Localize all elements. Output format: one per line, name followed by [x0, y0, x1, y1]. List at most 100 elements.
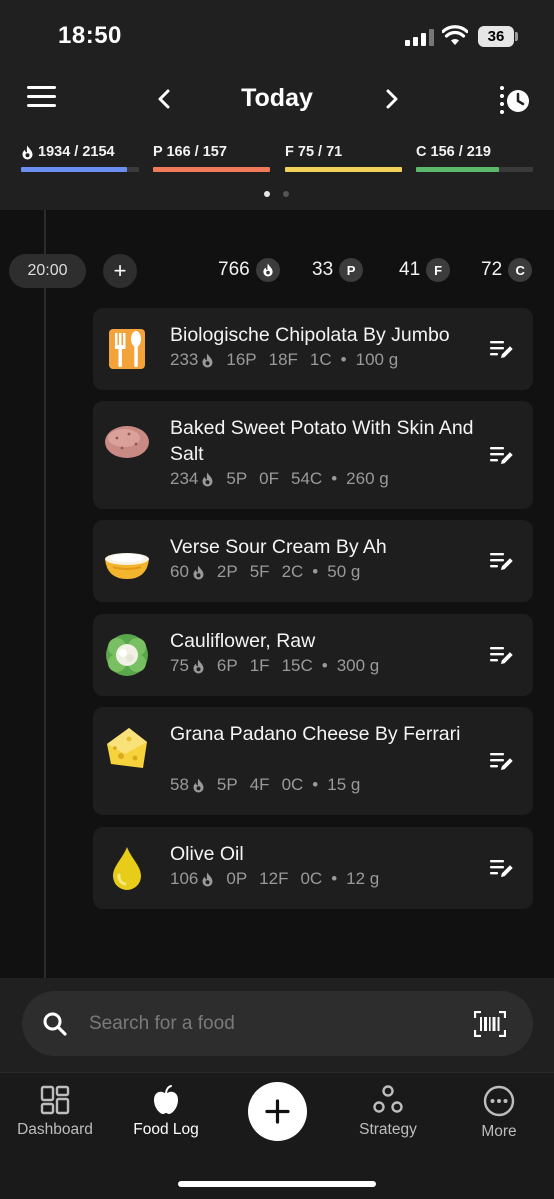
meal-time-pill[interactable]: 20:00	[9, 254, 86, 288]
status-bar: 18:50 36	[0, 0, 554, 70]
edit-entry-icon[interactable]	[490, 750, 514, 772]
separator-dot: •	[340, 350, 347, 369]
food-macros: 75 6P 1F 15C • 300 g	[170, 656, 379, 676]
barcode-scanner-icon[interactable]	[474, 1011, 506, 1037]
header: 18:50 36 Today 1934 / 2154 P 166 / 157 F…	[0, 0, 554, 210]
food-item[interactable]: Olive Oil 106 0P 12F 0C • 12 g	[93, 827, 533, 909]
fork-knife-icon	[109, 329, 145, 369]
fat-fill	[285, 167, 402, 172]
calorie-progress: 1934 / 2154	[21, 144, 139, 174]
add-entry-button[interactable]	[248, 1082, 307, 1141]
food-item[interactable]: Baked Sweet Potato With Skin And Salt 23…	[93, 401, 533, 509]
carbs-track	[416, 167, 533, 172]
food-fat: 12F	[259, 869, 289, 888]
food-calories: 58	[170, 775, 189, 794]
food-protein: 2P	[216, 562, 238, 581]
edit-entry-icon[interactable]	[490, 444, 514, 466]
protein-progress-label: P 166 / 157	[153, 144, 227, 160]
edit-entry-icon[interactable]	[490, 338, 514, 360]
tab-dashboard-label: Dashboard	[17, 1121, 93, 1138]
flame-icon	[255, 258, 280, 282]
tab-strategy-label: Strategy	[359, 1121, 417, 1138]
food-carbs: 2C	[281, 562, 304, 581]
dashboard-icon	[40, 1085, 70, 1115]
flame-icon	[193, 778, 204, 792]
protein-badge: P	[339, 258, 364, 282]
history-clock-icon[interactable]	[496, 84, 532, 116]
calorie-fill	[21, 167, 127, 172]
tab-dashboard[interactable]: Dashboard	[0, 1085, 110, 1139]
add-food-to-meal-button[interactable]: +	[103, 254, 137, 288]
fat-progress-label: F 75 / 71	[285, 144, 343, 160]
tab-food-log[interactable]: Food Log	[111, 1085, 221, 1139]
meal-calories: 766	[218, 258, 280, 282]
food-item[interactable]: Biologische Chipolata By Jumbo 233 16P 1…	[93, 308, 533, 390]
food-name: Verse Sour Cream By Ah	[170, 536, 387, 558]
food-calories: 234	[170, 469, 199, 488]
page-dot-active[interactable]	[264, 191, 270, 197]
separator-dot: •	[321, 656, 328, 675]
food-macros: 60 2P 5F 2C • 50 g	[170, 562, 360, 582]
bowl-icon	[105, 553, 149, 579]
food-amount: 50 g	[327, 562, 361, 581]
carbs-progress-label: C 156 / 219	[416, 144, 491, 160]
page-title: Today	[241, 84, 313, 112]
calorie-track	[21, 167, 139, 172]
food-protein: 0P	[226, 869, 248, 888]
cellular-signal-icon	[405, 28, 435, 46]
separator-dot: •	[331, 469, 338, 488]
meal-fat-value: 41	[399, 259, 421, 280]
fat-badge: F	[426, 258, 451, 282]
flame-icon	[22, 145, 33, 159]
food-item[interactable]: Verse Sour Cream By Ah 60 2P 5F 2C • 50 …	[93, 520, 533, 602]
food-amount: 100 g	[355, 350, 399, 369]
food-protein: 16P	[226, 350, 257, 369]
search-input[interactable]	[89, 991, 449, 1056]
flame-icon	[202, 353, 213, 367]
fat-progress: F 75 / 71	[285, 144, 402, 174]
strategy-icon	[373, 1085, 403, 1113]
food-calories: 106	[170, 869, 199, 888]
page-indicator	[264, 191, 294, 199]
tab-more[interactable]: More	[444, 1085, 554, 1141]
tab-food-log-label: Food Log	[133, 1121, 199, 1138]
food-macros: 58 5P 4F 0C • 15 g	[170, 775, 360, 795]
meal-fat: 41 F	[399, 258, 451, 282]
meal-header: 20:00 + 766 33 P 41 F 72 C	[0, 253, 554, 289]
food-calories: 75	[170, 656, 189, 675]
food-protein: 5P	[226, 469, 248, 488]
food-name: Cauliflower, Raw	[170, 630, 316, 652]
carbs-fill	[416, 167, 500, 172]
chevron-left-icon[interactable]	[152, 86, 178, 112]
edit-entry-icon[interactable]	[490, 644, 514, 666]
tab-strategy[interactable]: Strategy	[333, 1085, 443, 1139]
food-search-bar[interactable]	[22, 991, 533, 1056]
potato-icon	[105, 426, 149, 458]
food-protein: 5P	[216, 775, 238, 794]
separator-dot: •	[312, 775, 319, 794]
cauliflower-icon	[106, 634, 148, 676]
food-amount: 12 g	[346, 869, 380, 888]
food-macros: 233 16P 18F 1C • 100 g	[170, 350, 398, 370]
food-amount: 260 g	[346, 469, 389, 488]
cheese-icon	[107, 728, 147, 768]
food-item[interactable]: Grana Padano Cheese By Ferrari 58 5P 4F …	[93, 707, 533, 815]
food-macros: 234 5P 0F 54C • 260 g	[170, 469, 389, 489]
food-macros: 106 0P 12F 0C • 12 g	[170, 869, 379, 889]
flame-icon	[202, 472, 213, 486]
carbs-progress: C 156 / 219	[416, 144, 533, 174]
status-time: 18:50	[58, 22, 122, 49]
page-dot[interactable]	[283, 191, 289, 197]
flame-icon	[202, 872, 213, 886]
food-item[interactable]: Cauliflower, Raw 75 6P 1F 15C • 300 g	[93, 614, 533, 696]
edit-entry-icon[interactable]	[490, 857, 514, 879]
food-protein: 6P	[216, 656, 238, 675]
food-amount: 15 g	[327, 775, 361, 794]
protein-progress: P 166 / 157	[153, 144, 270, 174]
separator-dot: •	[331, 869, 338, 888]
chevron-right-icon[interactable]	[378, 86, 404, 112]
edit-entry-icon[interactable]	[490, 550, 514, 572]
hamburger-menu-icon[interactable]	[27, 86, 56, 108]
flame-icon	[193, 565, 204, 579]
carbs-badge: C	[508, 258, 533, 282]
